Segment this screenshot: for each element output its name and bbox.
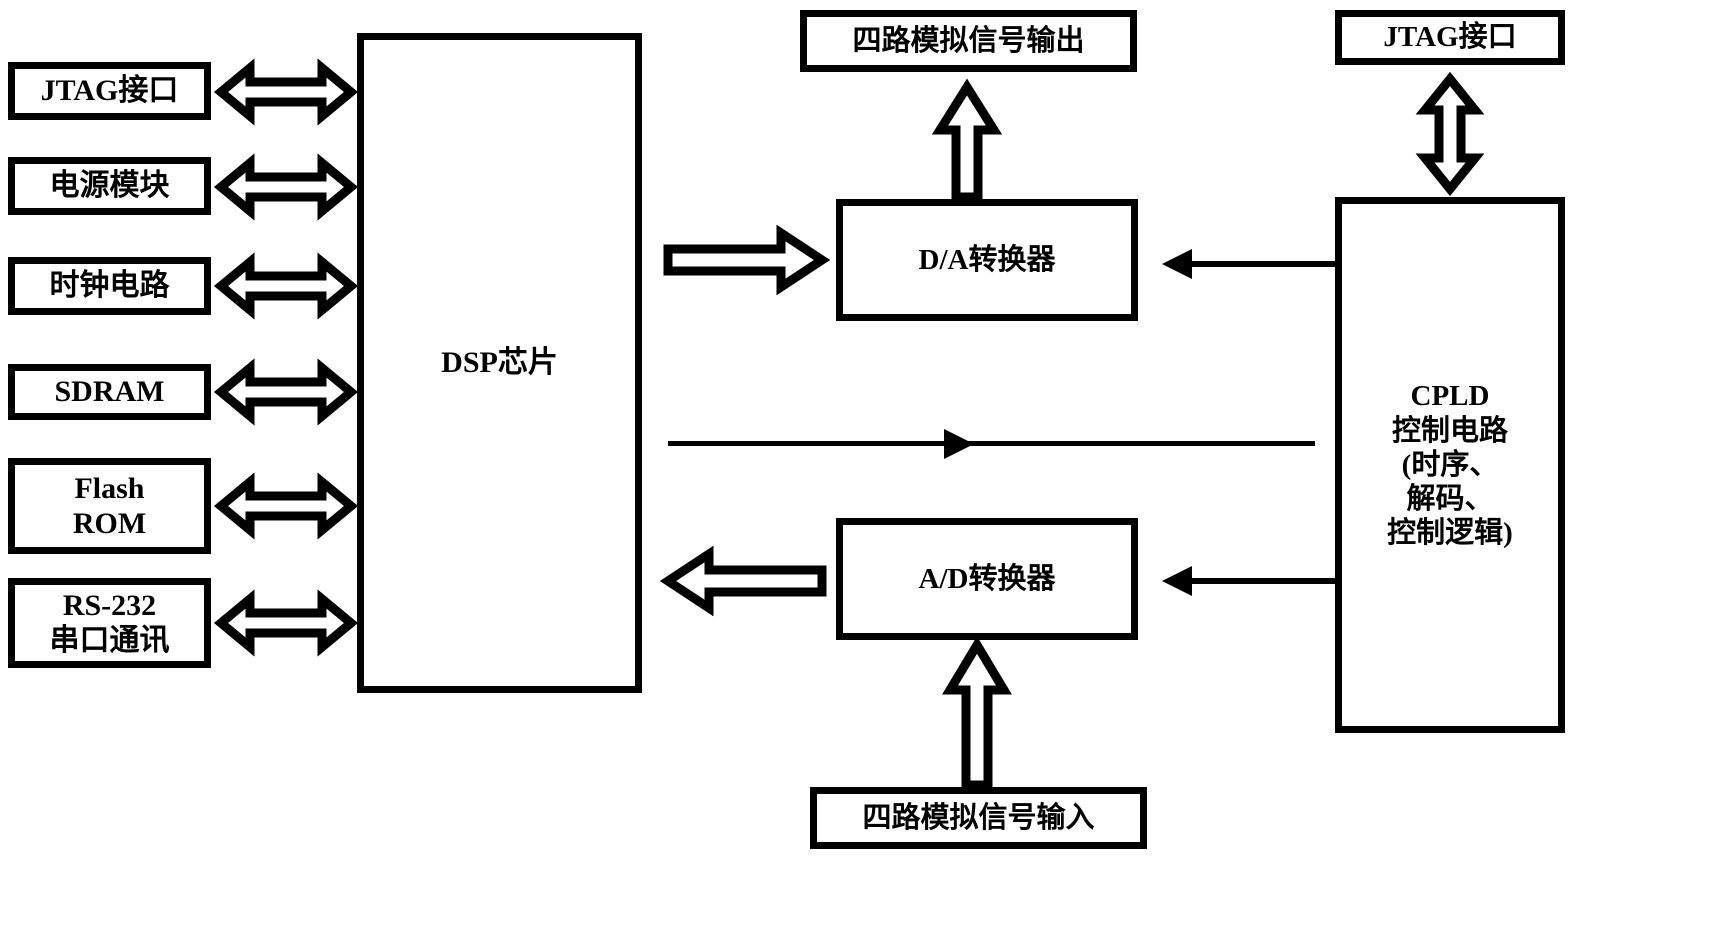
module-box-power[interactable]: 电源模块 — [8, 157, 211, 215]
converter-box-da[interactable]: D/A转换器 — [836, 199, 1138, 321]
arrowhead-dsp-to-cpld-bus — [944, 429, 974, 459]
connector-rs232-to-dsp — [213, 589, 359, 657]
module-box-sdram[interactable]: SDRAM — [8, 364, 211, 420]
module-box-flash-rom[interactable]: Flash ROM — [8, 458, 211, 554]
core-box-dsp-chip[interactable]: DSP芯片 — [357, 33, 642, 693]
module-box-jtag-right[interactable]: JTAG接口 — [1335, 10, 1565, 65]
signal-box-analog-output[interactable]: 四路模拟信号输出 — [800, 10, 1137, 72]
connector-dsp-to-da — [663, 224, 831, 296]
converter-box-ad[interactable]: A/D转换器 — [836, 518, 1138, 640]
connector-jtag-right-to-cpld — [1415, 71, 1485, 197]
block-diagram-canvas: JTAG接口 电源模块 时钟电路 SDRAM Flash ROM RS-232 … — [0, 0, 1722, 939]
connector-analog-input-to-ad — [942, 636, 1012, 790]
connector-clock-to-dsp — [213, 252, 359, 320]
connector-flash-to-dsp — [213, 472, 359, 540]
module-box-jtag-left[interactable]: JTAG接口 — [8, 62, 211, 120]
arrowhead-cpld-to-ad — [1162, 566, 1192, 596]
module-box-clock[interactable]: 时钟电路 — [8, 257, 211, 315]
connector-line-cpld-to-ad — [1190, 578, 1335, 584]
connector-ad-to-dsp — [659, 545, 827, 617]
connector-jtag-left-to-dsp — [213, 58, 359, 126]
arrowhead-cpld-to-da — [1162, 249, 1192, 279]
signal-box-analog-input[interactable]: 四路模拟信号输入 — [810, 787, 1147, 849]
module-box-cpld[interactable]: CPLD 控制电路 (时序、 解码、 控制逻辑) — [1335, 197, 1565, 733]
connector-line-dsp-to-cpld-bus — [668, 441, 1315, 446]
connector-power-to-dsp — [213, 153, 359, 221]
connector-da-to-analog-output — [931, 78, 1003, 202]
module-box-rs232[interactable]: RS-232 串口通讯 — [8, 578, 211, 668]
connector-sdram-to-dsp — [213, 358, 359, 426]
connector-line-cpld-to-da — [1190, 261, 1335, 267]
